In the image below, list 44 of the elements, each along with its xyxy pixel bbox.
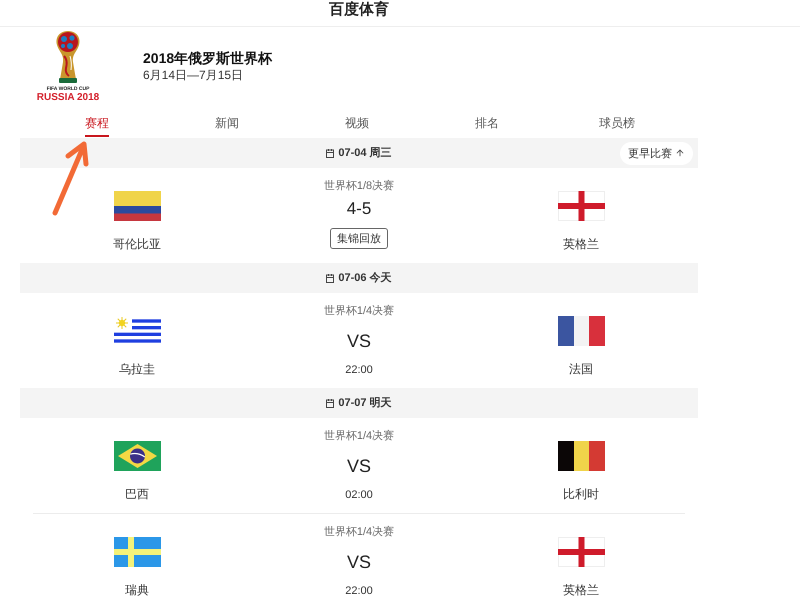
kickoff-time: 02:00 xyxy=(345,489,373,502)
page-title: 百度体育 xyxy=(329,0,389,19)
calendar-icon xyxy=(326,274,334,282)
earlier-matches-button[interactable]: 更早比赛 xyxy=(620,142,693,164)
match-stage: 世界杯1/4决赛 xyxy=(324,305,394,318)
calendar-icon xyxy=(326,148,334,158)
flag-icon xyxy=(558,441,604,471)
team-name: 比利时 xyxy=(563,487,599,501)
tab[interactable]: 视频 xyxy=(345,111,369,137)
flag-icon xyxy=(558,191,604,221)
team-name: 英格兰 xyxy=(563,583,599,597)
match-stage: 世界杯1/4决赛 xyxy=(324,526,394,539)
versus-label: VS xyxy=(346,552,371,572)
event-title: 2018年俄罗斯世界杯 xyxy=(143,49,272,67)
highlights-button[interactable]: 集锦回放 xyxy=(330,228,388,249)
date-label: 07-04 周三 xyxy=(338,146,392,160)
versus-label: VS xyxy=(346,456,371,476)
flag-icon xyxy=(114,537,160,567)
versus-label: VS xyxy=(346,331,371,351)
match-stage: 世界杯1/8决赛 xyxy=(324,180,394,193)
logo-wordmark: RUSSIA 2018 xyxy=(36,92,100,104)
team-name: 哥伦比亚 xyxy=(113,237,161,251)
team-name: 瑞典 xyxy=(125,583,149,597)
tab[interactable]: 球员榜 xyxy=(599,111,635,137)
team-name: 巴西 xyxy=(125,487,149,501)
tab[interactable]: 新闻 xyxy=(215,111,239,137)
flag-icon xyxy=(114,191,160,221)
event-dates: 6月14日—7月15日 xyxy=(143,68,244,82)
tab[interactable]: 排名 xyxy=(475,111,499,137)
flag-icon xyxy=(558,316,604,346)
team-name: 乌拉圭 xyxy=(119,362,155,376)
flag-icon xyxy=(114,441,160,471)
flag-icon xyxy=(558,537,604,567)
kickoff-time: 22:00 xyxy=(345,364,373,377)
arrow-up-icon xyxy=(675,148,685,158)
trophy-icon xyxy=(54,30,82,84)
team-name: 法国 xyxy=(569,362,593,376)
calendar-icon xyxy=(326,398,334,408)
match-stage: 世界杯1/4决赛 xyxy=(324,430,394,443)
team-name: 英格兰 xyxy=(563,237,599,251)
date-label: 07-07 明天 xyxy=(338,396,392,410)
kickoff-time: 22:00 xyxy=(345,585,373,598)
match-score: 4-5 xyxy=(346,200,372,218)
date-label: 07-06 今天 xyxy=(338,272,392,284)
